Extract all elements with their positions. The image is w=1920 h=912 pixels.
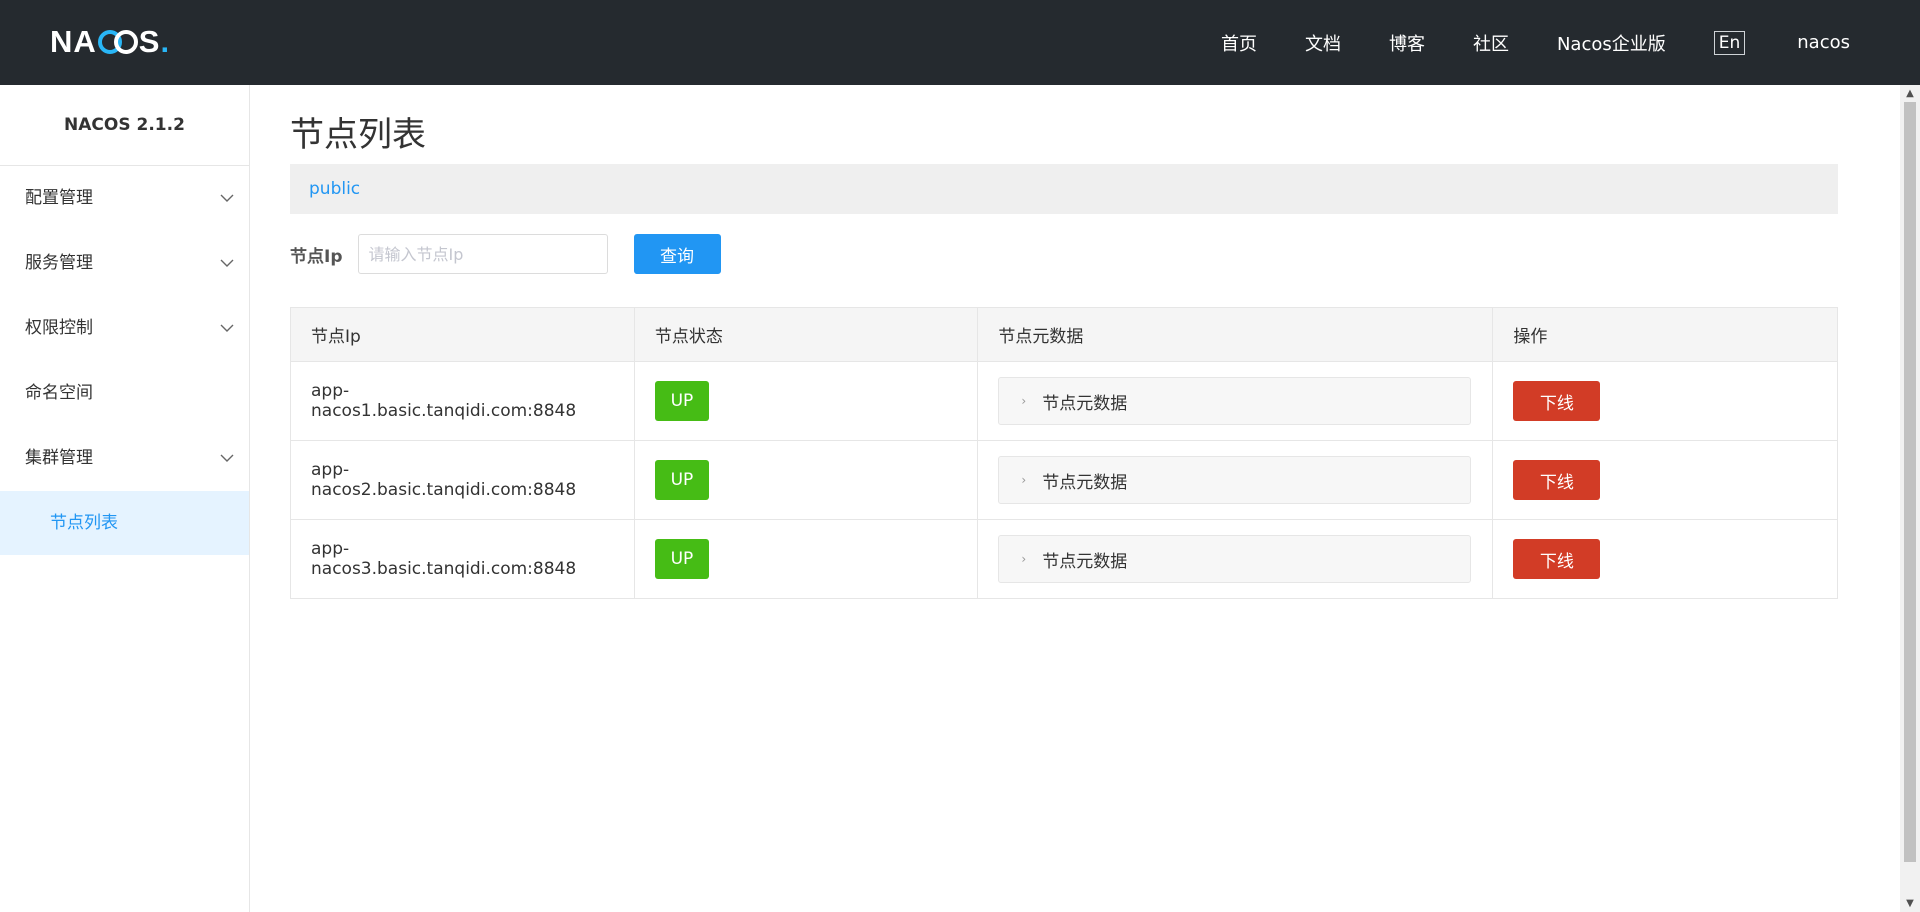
column-header-action: 操作 [1492, 307, 1838, 362]
top-header: NA S . 首页 文档 博客 社区 Nacos企业版 En nacos [0, 0, 1920, 85]
offline-button[interactable]: 下线 [1513, 539, 1601, 579]
version-label: NACOS 2.1.2 [0, 85, 249, 166]
metadata-label: 节点元数据 [1042, 472, 1128, 493]
table-row: app-nacos3.basic.tanqidi.com:8848 UP › 节… [290, 519, 1838, 599]
sidebar-item-config-management[interactable]: 配置管理 [0, 166, 249, 231]
metadata-label: 节点元数据 [1042, 393, 1128, 414]
status-badge: UP [654, 539, 709, 579]
offline-button[interactable]: 下线 [1513, 460, 1601, 500]
sidebar-item-label: 集群管理 [25, 448, 93, 468]
sidebar-item-service-management[interactable]: 服务管理 [0, 231, 249, 296]
logo-dot: . [160, 24, 171, 59]
logo-prefix: NA [50, 24, 97, 59]
search-form: 节点Ip 查询 [290, 234, 721, 274]
table-header-row: 节点Ip 节点状态 节点元数据 操作 [290, 307, 1838, 362]
node-ip-cell: app-nacos1.basic.tanqidi.com:8848 [290, 361, 635, 441]
sidebar-item-access-control[interactable]: 权限控制 [0, 296, 249, 361]
scroll-thumb[interactable] [1904, 102, 1916, 862]
action-cell: 下线 [1492, 361, 1838, 441]
node-ip-cell: app-nacos3.basic.tanqidi.com:8848 [290, 519, 635, 599]
column-header-node-ip: 节点Ip [290, 307, 635, 362]
chevron-down-icon [220, 259, 234, 267]
nav-community[interactable]: 社区 [1473, 30, 1509, 56]
metadata-label: 节点元数据 [1042, 551, 1128, 572]
node-ip-input[interactable] [357, 234, 608, 274]
sidebar-item-namespace[interactable]: 命名空间 [0, 361, 249, 426]
offline-button[interactable]: 下线 [1513, 381, 1601, 421]
node-status-cell: UP [633, 440, 979, 520]
chevron-down-icon [220, 194, 234, 202]
metadata-expander[interactable]: › 节点元数据 [998, 377, 1472, 425]
page-title: 节点列表 [290, 115, 426, 155]
chevron-down-icon [220, 454, 234, 462]
sidebar: NACOS 2.1.2 配置管理 服务管理 权限控制 命名空间 集群管理 节点列… [0, 85, 250, 912]
scroll-up-arrow-icon[interactable]: ▲ [1900, 85, 1920, 102]
table-row: app-nacos1.basic.tanqidi.com:8848 UP › 节… [290, 361, 1838, 441]
sidebar-item-label: 配置管理 [25, 188, 93, 208]
nav-docs[interactable]: 文档 [1305, 30, 1341, 56]
namespace-link-public[interactable]: public [309, 179, 360, 199]
sidebar-item-label: 权限控制 [25, 318, 93, 338]
node-status-cell: UP [633, 361, 979, 441]
chevron-right-icon: › [1021, 552, 1027, 566]
action-cell: 下线 [1492, 519, 1838, 599]
node-metadata-cell: › 节点元数据 [977, 440, 1494, 520]
node-ip-cell: app-nacos2.basic.tanqidi.com:8848 [290, 440, 635, 520]
column-header-node-metadata: 节点元数据 [977, 307, 1494, 362]
logo-suffix: S [138, 24, 161, 59]
node-status-cell: UP [633, 519, 979, 599]
logo-infinity-icon [97, 29, 138, 55]
table-row: app-nacos2.basic.tanqidi.com:8848 UP › 节… [290, 440, 1838, 520]
sidebar-item-label: 服务管理 [25, 253, 93, 273]
node-metadata-cell: › 节点元数据 [977, 361, 1494, 441]
chevron-right-icon: › [1021, 473, 1027, 487]
status-badge: UP [654, 381, 709, 421]
namespace-bar: public [290, 164, 1838, 214]
chevron-down-icon [220, 324, 234, 332]
action-cell: 下线 [1492, 440, 1838, 520]
node-metadata-cell: › 节点元数据 [977, 519, 1494, 599]
top-nav: 首页 文档 博客 社区 Nacos企业版 En nacos [1173, 0, 1850, 85]
sidebar-item-label: 命名空间 [25, 383, 93, 403]
nav-enterprise[interactable]: Nacos企业版 [1557, 30, 1666, 56]
metadata-expander[interactable]: › 节点元数据 [998, 456, 1472, 504]
column-header-node-status: 节点状态 [633, 307, 979, 362]
status-badge: UP [654, 460, 709, 500]
node-table: 节点Ip 节点状态 节点元数据 操作 app-nacos1.basic.tanq… [290, 307, 1838, 599]
nav-home[interactable]: 首页 [1221, 30, 1257, 56]
vertical-scrollbar[interactable]: ▲ ▼ [1900, 85, 1920, 912]
chevron-right-icon: › [1021, 394, 1027, 408]
nacos-logo[interactable]: NA S . [50, 22, 170, 62]
sidebar-item-cluster-management[interactable]: 集群管理 [0, 426, 249, 491]
nav-blog[interactable]: 博客 [1389, 30, 1425, 56]
scroll-down-arrow-icon[interactable]: ▼ [1900, 895, 1920, 912]
metadata-expander[interactable]: › 节点元数据 [998, 535, 1472, 583]
search-label: 节点Ip [290, 246, 343, 267]
language-switch-button[interactable]: En [1713, 30, 1746, 55]
query-button[interactable]: 查询 [633, 234, 721, 274]
user-menu[interactable]: nacos [1797, 32, 1850, 53]
sidebar-item-node-list[interactable]: 节点列表 [0, 491, 249, 555]
